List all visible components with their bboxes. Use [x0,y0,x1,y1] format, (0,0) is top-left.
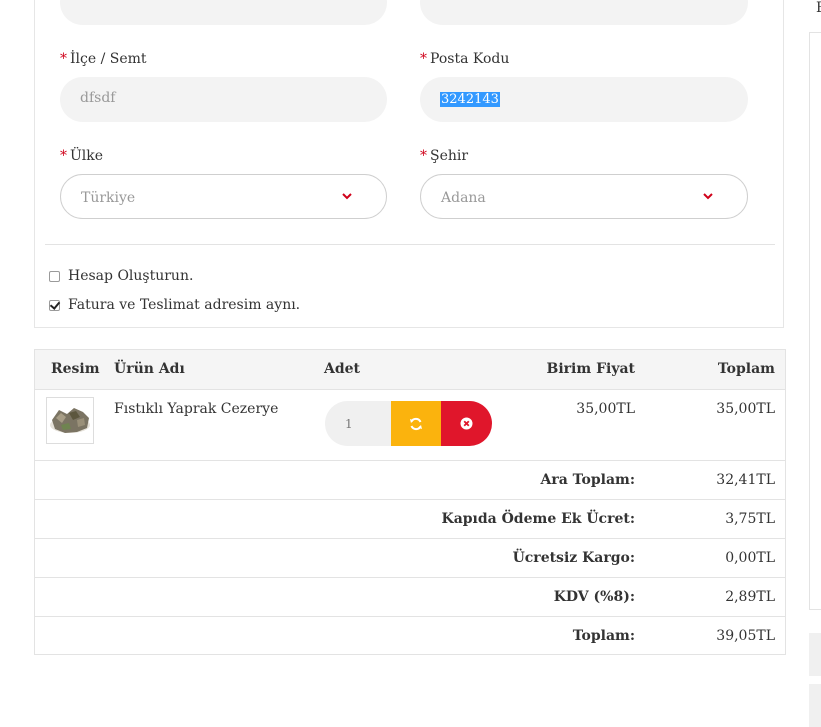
side-panel-clipped-text: B [816,0,821,16]
required-mark: * [420,148,427,164]
cart-table-header: Resim Ürün Adı Adet Birim Fiyat Toplam [35,350,785,390]
city-select-value: Adana [441,190,486,206]
tax-value: 2,89TL [725,589,775,605]
district-label: * İlçe / Semt [60,51,147,67]
close-circle-icon [460,417,473,430]
required-mark: * [60,51,67,67]
header-image: Resim [51,361,100,377]
same-address-checkbox[interactable] [49,299,60,311]
item-total: 35,00TL [716,401,775,417]
remove-item-button[interactable] [441,401,492,446]
postal-code-input[interactable]: 3242143 [420,77,748,122]
header-unit-price: Birim Fiyat [546,361,635,377]
required-mark: * [60,148,67,164]
summary-row-subtotal: Ara Toplam: 32,41TL [35,460,785,500]
create-account-row[interactable]: Hesap Oluşturun. [49,268,193,284]
country-label: * Ülke [60,148,103,164]
cod-fee-label: Kapıda Ödeme Ek Ücret: [441,511,635,527]
shipping-value: 0,00TL [725,550,775,566]
refresh-icon [410,417,422,430]
product-thumbnail [47,398,93,443]
same-address-row[interactable]: Fatura ve Teslimat adresim aynı. [49,297,300,313]
summary-row-shipping: Ücretsiz Kargo: 0,00TL [35,538,785,578]
subtotal-value: 32,41TL [716,472,775,488]
quantity-input[interactable]: 1 [325,401,391,446]
grand-total-value: 39,05TL [716,628,775,644]
required-mark: * [420,51,427,67]
country-select-value: Türkiye [81,190,136,206]
country-label-text: Ülke [70,148,104,164]
shipping-label: Ücretsiz Kargo: [512,550,635,566]
district-input-value: dfsdf [80,90,116,106]
create-account-label: Hesap Oluşturun. [68,268,194,284]
postal-code-label: * Posta Kodu [420,51,509,67]
quantity-control: 1 [325,401,492,446]
city-label: * Şehir [420,148,468,164]
postal-code-input-value: 3242143 [440,91,500,107]
cart-table: Resim Ürün Adı Adet Birim Fiyat Toplam F… [34,349,786,655]
update-quantity-button[interactable] [391,401,441,446]
same-address-label: Fatura ve Teslimat adresim aynı. [68,297,301,313]
header-product: Ürün Adı [114,361,185,377]
cod-fee-value: 3,75TL [725,511,775,527]
header-total: Toplam [717,361,775,377]
postal-code-selected-text: 3242143 [440,92,500,107]
product-name[interactable]: Fıstıklı Yaprak Cezerye [114,401,278,417]
subtotal-label: Ara Toplam: [540,472,636,488]
chevron-down-icon [703,193,713,200]
side-button-1[interactable] [809,633,821,676]
product-image[interactable] [46,397,94,444]
create-account-checkbox[interactable] [49,270,60,282]
city-label-text: Şehir [430,148,469,164]
district-input[interactable]: dfsdf [60,77,387,122]
country-select[interactable]: Türkiye [60,174,387,219]
district-label-text: İlçe / Semt [70,51,147,67]
item-unit-price: 35,00TL [576,401,635,417]
side-button-2[interactable] [809,684,821,727]
summary-row-tax: KDV (%8): 2,89TL [35,577,785,617]
form-divider [45,244,775,245]
side-panel [809,32,821,610]
grand-total-label: Toplam: [572,628,635,644]
summary-row-total: Toplam: 39,05TL [35,616,785,656]
summary-row-cod-fee: Kapıda Ödeme Ek Ücret: 3,75TL [35,499,785,539]
address-input-left[interactable] [60,0,387,25]
tax-label: KDV (%8): [553,589,635,605]
header-quantity: Adet [324,361,361,377]
city-select[interactable]: Adana [420,174,748,219]
chevron-down-icon [342,193,352,200]
address-input-right[interactable] [420,0,748,25]
postal-code-label-text: Posta Kodu [430,51,510,67]
